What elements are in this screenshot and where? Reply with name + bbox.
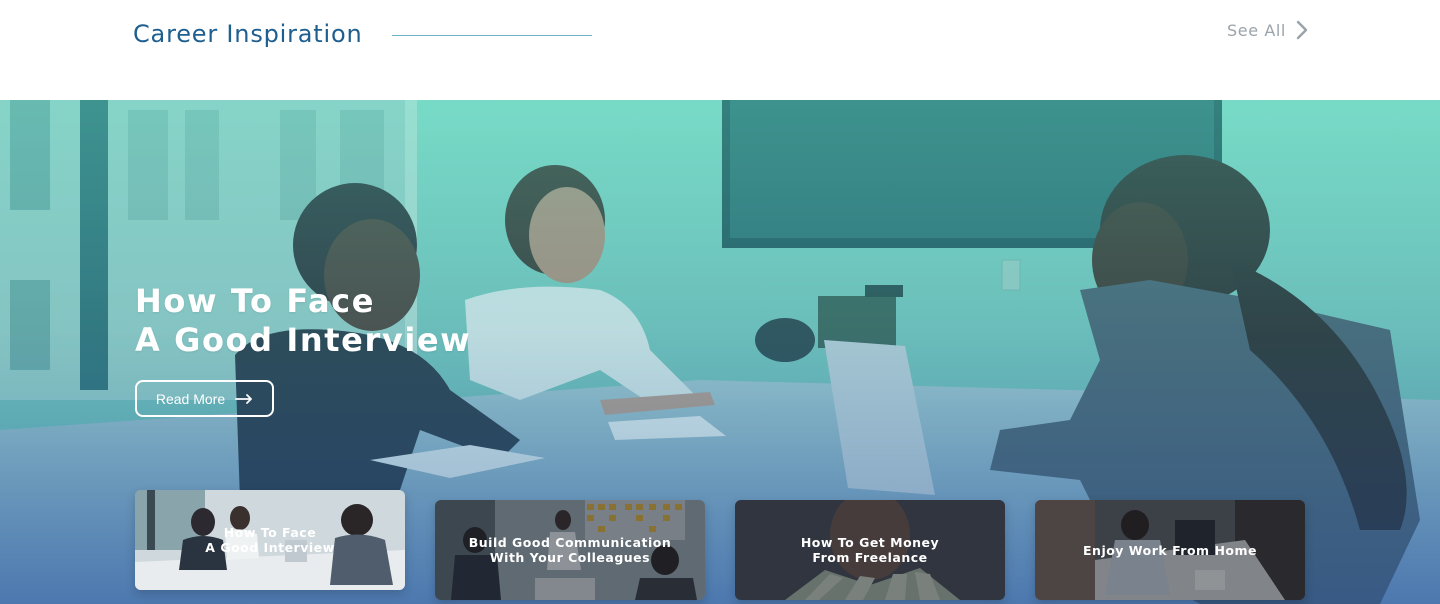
section-header: Career Inspiration See All <box>0 0 1440 100</box>
see-all-link[interactable]: See All <box>1227 20 1308 40</box>
read-more-label: Read More <box>155 390 226 407</box>
card-title: Enjoy Work From Home <box>1083 542 1257 558</box>
hero-title: How To Face A Good Interview <box>135 282 471 360</box>
arrow-right-icon <box>235 393 253 404</box>
article-card-interview[interactable]: How To Face A Good Interview <box>135 490 405 590</box>
hero-title-line2: A Good Interview <box>135 321 472 359</box>
title-divider <box>392 35 592 36</box>
section-title: Career Inspiration <box>133 20 363 48</box>
card-title: Build Good Communication With Your Colle… <box>468 535 672 565</box>
read-more-button[interactable]: Read More <box>135 380 274 417</box>
article-card-work-from-home[interactable]: Enjoy Work From Home <box>1035 500 1305 600</box>
hero-title-line1: How To Face <box>135 282 376 320</box>
card-title: How To Get Money From Freelance <box>800 535 940 565</box>
article-card-communication[interactable]: Build Good Communication With Your Colle… <box>435 500 705 600</box>
card-title: How To Face A Good Interview <box>205 525 335 555</box>
see-all-label: See All <box>1227 20 1286 40</box>
hero-banner: How To Face A Good Interview Read More H… <box>0 100 1440 604</box>
article-card-freelance[interactable]: How To Get Money From Freelance <box>735 500 1005 600</box>
chevron-right-icon <box>1296 20 1308 40</box>
